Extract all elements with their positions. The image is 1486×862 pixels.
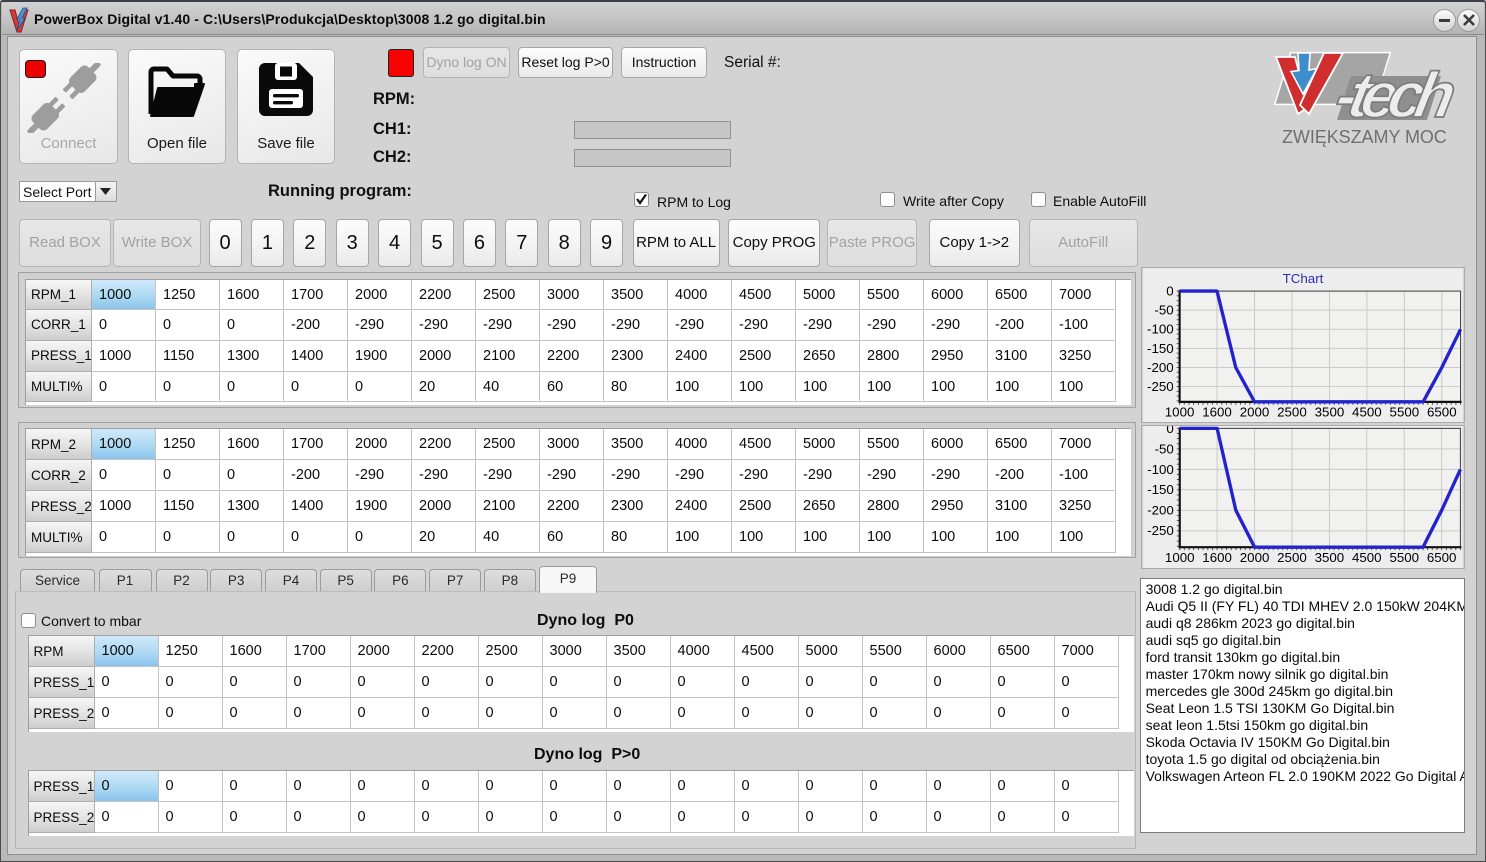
svg-text:4500: 4500 [1352,405,1382,420]
svg-text:5500: 5500 [1390,405,1420,420]
svg-text:2500: 2500 [1277,549,1307,564]
svg-text:5500: 5500 [1389,549,1419,564]
svg-text:3500: 3500 [1315,549,1345,564]
svg-text:-250: -250 [1147,523,1174,538]
svg-text:0: 0 [1166,425,1173,436]
svg-text:-tech: -tech [1330,60,1459,131]
svg-text:-250: -250 [1147,379,1174,394]
svg-text:4500: 4500 [1352,549,1382,564]
svg-text:1600: 1600 [1202,405,1232,420]
svg-text:-50: -50 [1154,303,1173,318]
svg-text:-200: -200 [1147,360,1174,375]
svg-text:ZWIĘKSZAMY MOC: ZWIĘKSZAMY MOC [1282,127,1448,147]
svg-text:6500: 6500 [1427,549,1457,564]
svg-text:3500: 3500 [1315,405,1345,420]
svg-text:-200: -200 [1147,502,1174,517]
svg-text:TChart: TChart [1283,271,1324,286]
svg-text:2000: 2000 [1240,405,1270,420]
svg-text:-150: -150 [1147,341,1174,356]
svg-text:0: 0 [1166,284,1173,299]
svg-text:2500: 2500 [1277,405,1307,420]
svg-text:-50: -50 [1155,441,1174,456]
svg-text:-100: -100 [1147,322,1174,337]
svg-text:2000: 2000 [1240,549,1270,564]
svg-text:6500: 6500 [1427,405,1457,420]
svg-text:1600: 1600 [1202,549,1232,564]
svg-text:-150: -150 [1147,482,1174,497]
svg-text:1000: 1000 [1165,549,1195,564]
svg-text:-100: -100 [1147,461,1174,476]
svg-text:1000: 1000 [1165,405,1195,420]
